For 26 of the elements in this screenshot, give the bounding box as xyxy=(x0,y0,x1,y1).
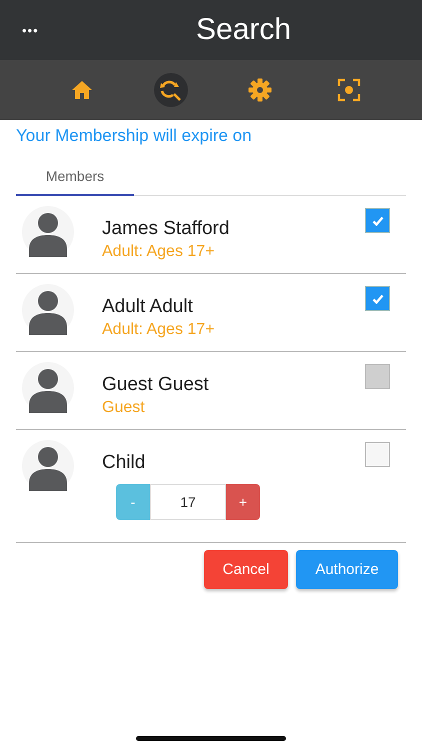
authorize-button[interactable]: Authorize xyxy=(296,550,398,589)
increment-button[interactable]: + xyxy=(226,484,260,520)
expiry-notice: Your Membership will expire on xyxy=(16,126,253,146)
member-type: Guest xyxy=(102,399,146,417)
decrement-button[interactable]: - xyxy=(116,484,150,520)
cancel-button[interactable]: Cancel xyxy=(204,550,288,589)
checkmark-icon xyxy=(372,216,384,226)
search-button[interactable] xyxy=(154,73,188,107)
member-name: Adult Adult xyxy=(102,296,194,318)
home-icon xyxy=(71,80,93,100)
members-tab[interactable]: Members xyxy=(16,158,134,196)
checkbox[interactable] xyxy=(365,286,390,311)
member-name: Guest Guest xyxy=(102,374,210,396)
page-title: Search xyxy=(196,13,292,47)
search-icon xyxy=(159,78,183,102)
quantity-field[interactable]: 17 xyxy=(150,484,226,520)
member-type: Adult: Ages 17+ xyxy=(102,321,216,339)
checkbox[interactable] xyxy=(365,442,390,467)
checkmark-icon xyxy=(372,294,384,304)
checkbox[interactable] xyxy=(365,208,390,233)
scan-icon xyxy=(337,78,361,102)
member-type: Adult: Ages 17+ xyxy=(102,243,216,261)
member-name: Child xyxy=(102,452,146,474)
menu-button[interactable]: ••• xyxy=(22,22,39,38)
settings-icon xyxy=(248,78,272,102)
member-name: James Stafford xyxy=(102,218,230,240)
